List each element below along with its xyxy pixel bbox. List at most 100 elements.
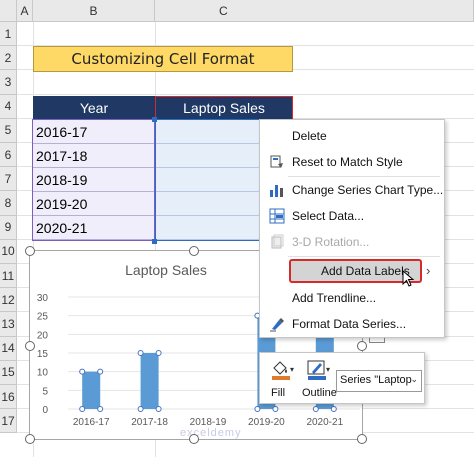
chart-resize-handle[interactable] — [25, 246, 35, 256]
column-letter: C — [219, 3, 228, 18]
fill-button[interactable]: ▾ Fill — [266, 357, 304, 401]
format-series-icon — [269, 316, 285, 332]
column-header-b[interactable]: B — [33, 0, 155, 22]
bar-selection-handle[interactable] — [330, 406, 337, 412]
menu-item-label: Select Data... — [292, 209, 365, 223]
bar-selection-handle[interactable] — [137, 406, 144, 412]
fill-label: Fill — [271, 387, 286, 399]
chevron-down-icon: ⌄ — [410, 374, 418, 384]
row-number: 2 — [4, 50, 12, 65]
menu-separator — [288, 256, 440, 257]
outline-dropdown-arrow-icon[interactable]: ▾ — [326, 365, 330, 374]
row-number: 15 — [1, 365, 15, 380]
row-header[interactable]: 13 — [0, 312, 17, 337]
bar-selection-handle[interactable] — [254, 406, 261, 412]
row-number: 16 — [1, 389, 15, 404]
row-header[interactable]: 10 — [0, 239, 17, 264]
row-header[interactable]: 15 — [0, 360, 17, 385]
row-number: 8 — [4, 195, 12, 210]
row-number: 17 — [1, 413, 15, 428]
row-header[interactable]: 5 — [0, 118, 17, 143]
column-letter: A — [20, 3, 29, 18]
range-resize-handle[interactable] — [152, 117, 157, 122]
row-header[interactable]: 9 — [0, 215, 17, 240]
chart-resize-handle[interactable] — [357, 434, 367, 444]
chart-resize-handle[interactable] — [25, 434, 35, 444]
series-select[interactable]: Series "Laptop ⌄ — [336, 370, 422, 392]
x-tick-label: 2020-21 — [306, 417, 343, 428]
row-number: 13 — [1, 316, 15, 331]
y-tick-label: 20 — [37, 330, 49, 341]
fill-dropdown-arrow-icon[interactable]: ▾ — [290, 365, 294, 374]
column-header-a[interactable]: A — [17, 0, 33, 22]
paint-bucket-icon — [272, 361, 290, 380]
chart-bar[interactable] — [82, 371, 101, 409]
row-header[interactable]: 4 — [0, 94, 17, 119]
x-tick-label: 2016-17 — [73, 417, 110, 428]
menu-item-change-chart-type[interactable]: Change Series Chart Type... — [260, 177, 444, 203]
chart-resize-handle[interactable] — [25, 341, 35, 351]
y-tick-label: 10 — [37, 368, 49, 379]
outline-button[interactable]: ▾ Outline — [302, 357, 337, 401]
bar-selection-handle[interactable] — [155, 406, 162, 412]
year-header: Year — [79, 100, 109, 116]
chart-resize-handle[interactable] — [189, 246, 199, 256]
menu-item-reset-style[interactable]: Reset to Match Style — [260, 149, 444, 175]
menu-item-add-trendline[interactable]: Add Trendline... — [260, 285, 444, 311]
row-number: 3 — [4, 74, 12, 89]
menu-item-label: Add Data Labels — [321, 264, 410, 278]
y-tick-label: 25 — [37, 312, 49, 323]
submenu-arrow-icon[interactable]: › — [426, 263, 430, 278]
row-header[interactable]: 14 — [0, 336, 17, 361]
row-header[interactable]: 16 — [0, 385, 17, 410]
select-data-icon — [269, 208, 285, 224]
chart-bar[interactable] — [140, 353, 159, 409]
range-resize-handle[interactable] — [152, 239, 157, 244]
bar-selection-handle[interactable] — [79, 406, 86, 412]
row-header[interactable]: 17 — [0, 409, 17, 434]
row-header[interactable]: 1 — [0, 22, 17, 47]
year-header-cell[interactable]: Year — [33, 96, 155, 120]
bar-selection-handle[interactable] — [272, 406, 279, 412]
row-gridline — [17, 93, 474, 95]
x-tick-label: 2017-18 — [131, 417, 168, 428]
chart-resize-handle[interactable] — [357, 341, 367, 351]
chart-title[interactable]: Laptop Sales — [125, 262, 207, 278]
menu-item-label: Change Series Chart Type... — [292, 183, 444, 197]
chart-resize-handle[interactable] — [189, 434, 199, 444]
menu-item-label: Add Trendline... — [292, 291, 377, 305]
row-number: 10 — [1, 244, 15, 259]
reset-style-icon — [269, 154, 285, 170]
menu-item-label: Delete — [292, 129, 327, 143]
menu-item-delete[interactable]: Delete — [260, 123, 444, 149]
menu-item-label: Format Data Series... — [292, 317, 407, 331]
select-all-corner[interactable] — [0, 0, 17, 22]
row-number: 5 — [4, 123, 12, 138]
bar-selection-handle[interactable] — [97, 368, 104, 375]
menu-item-select-data[interactable]: Select Data... — [260, 203, 444, 229]
row-header[interactable]: 11 — [0, 264, 17, 289]
row-header[interactable]: 12 — [0, 288, 17, 313]
row-header[interactable]: 7 — [0, 167, 17, 192]
mini-toolbar: ▾ Fill ▾ Outline Series "Laptop ⌄ — [259, 352, 425, 404]
menu-item-label: 3-D Rotation... — [292, 235, 370, 249]
bar-selection-handle[interactable] — [97, 406, 104, 412]
bar-selection-handle[interactable] — [137, 350, 144, 356]
bar-selection-handle[interactable] — [155, 350, 162, 356]
row-header[interactable]: 6 — [0, 143, 17, 168]
row-header[interactable]: 8 — [0, 191, 17, 216]
row-header[interactable]: 3 — [0, 70, 17, 95]
y-tick-label: 15 — [37, 349, 49, 360]
x-tick-label: 2019-20 — [248, 417, 285, 428]
row-header[interactable]: 2 — [0, 46, 17, 71]
series-select-value: Series "Laptop — [340, 374, 412, 386]
column-header-c[interactable]: C — [155, 0, 474, 22]
laptop-sales-header-cell[interactable]: Laptop Sales — [155, 96, 293, 120]
sheet-title-cell[interactable]: Customizing Cell Format — [33, 46, 293, 72]
bar-selection-handle[interactable] — [312, 406, 319, 412]
row-number: 11 — [1, 268, 15, 283]
menu-item-label: Reset to Match Style — [292, 155, 403, 169]
bar-selection-handle[interactable] — [79, 368, 86, 375]
row-number: 7 — [4, 171, 12, 186]
menu-item-format-data-series[interactable]: Format Data Series... — [260, 311, 444, 337]
